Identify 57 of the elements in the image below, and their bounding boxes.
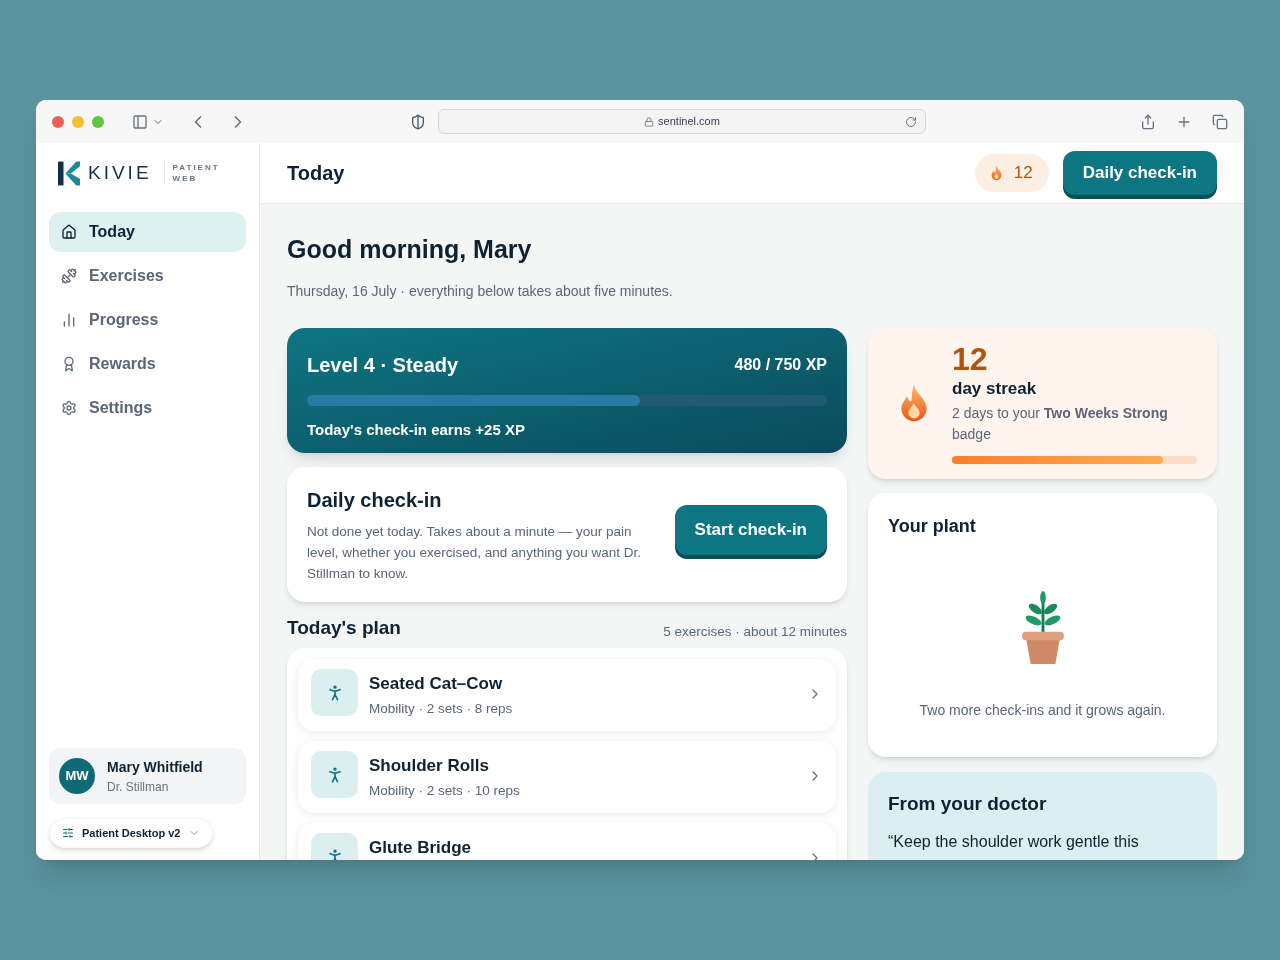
xp-count: 480 / 750 XP (734, 354, 827, 375)
lock-icon (644, 116, 655, 127)
exercise-details: Mobility · 2 sets · 8 reps (369, 699, 514, 718)
url-text: sentinel.com (658, 114, 720, 130)
nav-icon (61, 268, 77, 284)
nav-icon (61, 312, 77, 328)
shield-icon[interactable] (410, 113, 426, 130)
exercise-name: Shoulder Rolls (369, 755, 490, 777)
check-in-text: Not done yet today. Takes about a minute — your pain level, whether you exercised, and anything you want Dr. Stillman to know. (307, 522, 642, 583)
exercise-name: Glute Bridge (369, 837, 472, 859)
logo-subtitle: WEB (172, 173, 199, 184)
reload-icon[interactable] (905, 115, 917, 128)
streak-count: 12 (952, 341, 989, 376)
greeting-subtitle: Thursday, 16 July · everything below takes about five minutes. (287, 281, 674, 301)
page-title: Today (287, 161, 345, 186)
nav-icon (61, 224, 77, 240)
nav-item[interactable]: Exercises (49, 256, 246, 296)
xp-note: Today's check-in earns +25 XP (307, 419, 526, 440)
plan-summary: 5 exercises · about 12 minutes (663, 622, 847, 641)
exercise-icon (311, 751, 358, 798)
nav-item[interactable]: Rewards (49, 344, 246, 384)
logo-subtitle: PATIENT (172, 162, 220, 173)
plant-title: Your plant (888, 514, 976, 538)
doctor-quote: “Keep the shoulder work gentle this (888, 832, 1140, 852)
nav-icon (61, 356, 77, 372)
exercise-row[interactable]: Shoulder Rolls Mobility · 2 sets · 10 reps (298, 741, 836, 813)
plant-caption: Two more check-ins and it grows again. (919, 700, 1166, 720)
user-name: Mary Whitfield (107, 757, 203, 777)
greeting: Good morning, Mary (287, 234, 533, 265)
address-field[interactable]: sentinel.com (438, 109, 926, 134)
sliders-icon (62, 827, 74, 839)
exercise-icon (311, 669, 358, 716)
user-avatar: MW (59, 758, 95, 794)
streak-label: day streak (952, 377, 1038, 400)
logo-wordmark: KIVIE (88, 160, 152, 185)
level-title: Level 4 · Steady (307, 352, 459, 378)
streak-badge: 12 (974, 154, 1049, 192)
sidebar-icon[interactable] (132, 113, 148, 130)
nav-icon (61, 400, 77, 416)
doctor-title: From your doctor (888, 791, 1048, 816)
streak-text: 2 days to your Two Weeks Strong badge (952, 404, 1169, 445)
doctor-name: Dr. Stillman (107, 778, 170, 796)
plan-title: Today's plan (287, 615, 401, 640)
version-dropdown[interactable]: Patient Desktop v2 (49, 818, 214, 848)
exercise-row[interactable]: Glute Bridge (298, 823, 836, 860)
user-card[interactable]: MW Mary Whitfield Dr. Stillman (49, 748, 246, 804)
exercise-row[interactable]: Seated Cat–Cow Mobility · 2 sets · 8 reps (298, 659, 836, 731)
tabs-icon[interactable] (1212, 113, 1228, 130)
flame-icon (990, 165, 1002, 181)
nav-item[interactable]: Progress (49, 300, 246, 340)
check-in-title: Daily check-in (307, 487, 443, 513)
logo-icon (58, 160, 80, 186)
exercise-details: Mobility · 2 sets · 10 reps (369, 781, 521, 800)
share-icon[interactable] (1140, 113, 1156, 130)
nav-item[interactable]: Today (49, 212, 246, 252)
nav-item[interactable]: Settings (49, 388, 246, 428)
exercise-name: Seated Cat–Cow (369, 673, 504, 695)
